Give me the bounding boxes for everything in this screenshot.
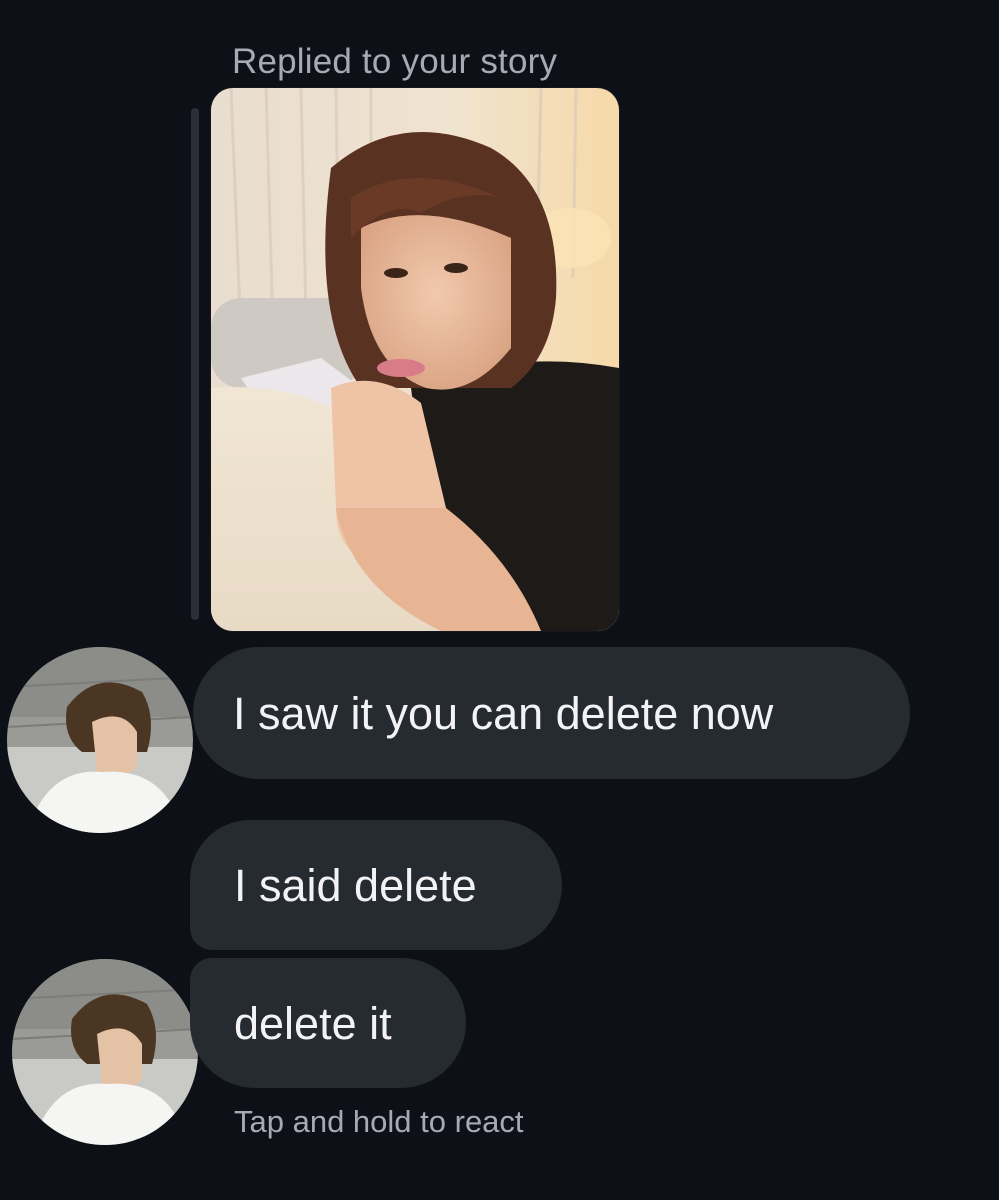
message-bubble[interactable]: delete it [190,958,466,1088]
message-text: I saw it you can delete now [233,687,774,739]
story-preview[interactable] [211,88,619,631]
sender-avatar[interactable] [7,647,193,833]
message-text: I said delete [234,859,477,911]
story-reply-label: Replied to your story [232,42,558,81]
message-bubble[interactable]: I said delete [190,820,562,950]
sender-avatar[interactable] [12,959,198,1145]
message-bubble[interactable]: I saw it you can delete now [193,647,910,779]
avatar-photo-2 [12,959,198,1145]
react-hint: Tap and hold to react [234,1104,524,1139]
avatar-photo-1 [7,647,193,833]
reply-indicator-bar [191,108,199,620]
story-photo [211,88,619,631]
message-text: delete it [234,997,392,1049]
